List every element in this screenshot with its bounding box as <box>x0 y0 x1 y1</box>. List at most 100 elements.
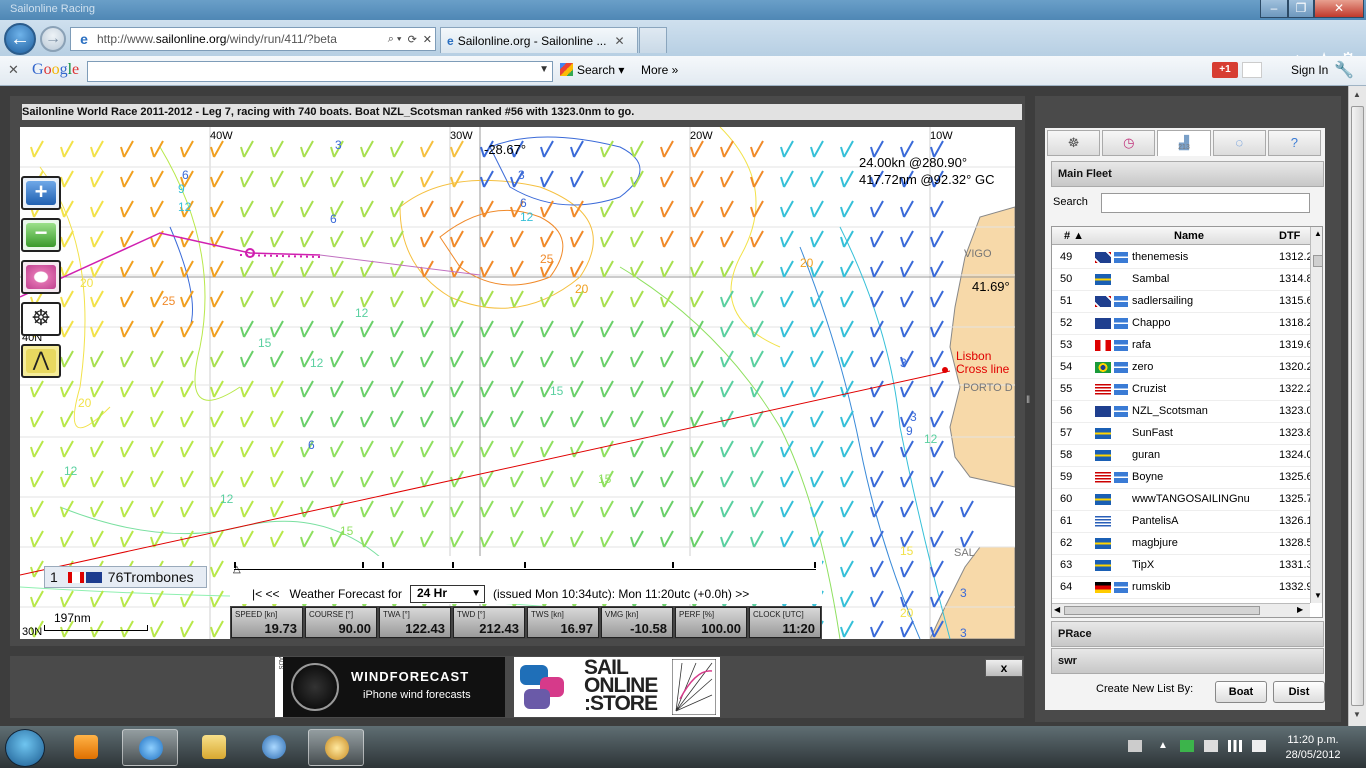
main-fleet-header[interactable]: Main Fleet <box>1051 161 1324 187</box>
new-tab[interactable] <box>639 27 667 53</box>
table-row[interactable]: 63 TipX 1331.3 <box>1052 555 1310 577</box>
system-clock[interactable]: 11:20 p.m. 28/05/2012 <box>1278 733 1348 763</box>
scroll-up-icon[interactable]: ▲ <box>1353 90 1361 99</box>
table-row[interactable]: 49 thenemesis 1312.2 <box>1052 247 1310 269</box>
lisbon-mark <box>942 367 948 373</box>
close-ad-button[interactable]: x <box>985 659 1023 677</box>
tab-helm[interactable]: ☸ <box>1047 130 1101 156</box>
scroll-down-icon[interactable]: ▼ <box>1314 591 1322 600</box>
measure-button[interactable]: ⋀ <box>21 344 61 378</box>
scroll-right-icon[interactable]: ▶ <box>1297 605 1303 614</box>
tab-sailonline[interactable]: e Sailonline.org - Sailonline ... ✕ <box>440 27 638 53</box>
fleet-hscroll-thumb[interactable] <box>1064 606 1260 615</box>
taskbar-itunes[interactable] <box>246 729 302 766</box>
stat-course[interactable]: COURSE [°] 90.00 <box>305 607 377 638</box>
forecast-nav-back[interactable]: |< << <box>252 587 279 601</box>
address-url[interactable]: http://www.sailonline.org/windy/run/411/… <box>97 32 385 46</box>
wrench-icon[interactable]: 🔧 <box>1334 60 1354 80</box>
table-row[interactable]: 56 NZL_Scotsman 1323.0 <box>1052 401 1310 423</box>
taskbar-explorer[interactable] <box>186 729 242 766</box>
prace-header[interactable]: PRace <box>1051 621 1324 647</box>
device-icon[interactable] <box>1204 740 1218 752</box>
time-slider[interactable] <box>234 562 816 570</box>
scroll-down-icon[interactable]: ▼ <box>1353 710 1361 719</box>
row-boat-name: zero <box>1132 361 1154 373</box>
google-search-input[interactable]: ▼ <box>87 61 553 82</box>
address-bar[interactable]: e http://www.sailonline.org/windy/run/41… <box>70 27 436 51</box>
google-search-button[interactable]: Search ▾ <box>560 63 624 77</box>
back-button[interactable]: ← <box>4 23 36 55</box>
security-icon[interactable] <box>1180 740 1194 752</box>
close-toolbar-icon[interactable]: ✕ <box>8 62 19 78</box>
fleet-hscroll[interactable]: ◀ ▶ <box>1052 603 1310 617</box>
zoom-out-button[interactable]: − <box>21 218 61 252</box>
minimize-button[interactable]: – <box>1260 0 1288 18</box>
forward-button[interactable]: → <box>40 26 66 52</box>
helm-button[interactable]: ☸ <box>21 302 61 336</box>
table-row[interactable]: 62 magbjure 1328.5 <box>1052 533 1310 555</box>
refresh-icon[interactable]: ⟳ <box>408 33 417 46</box>
table-row[interactable]: 59 Boyne 1325.6 <box>1052 467 1310 489</box>
col-name[interactable]: Name <box>1174 230 1204 242</box>
tray-expand-icon[interactable]: ▲ <box>1158 740 1172 752</box>
chevron-down-icon[interactable]: ▼ <box>539 64 549 75</box>
keyboard-icon[interactable] <box>1128 740 1142 752</box>
table-row[interactable]: 58 guran 1324.0 <box>1052 445 1310 467</box>
stat-twa[interactable]: TWA [°] 122.43 <box>379 607 451 638</box>
taskbar-media-center[interactable] <box>58 729 114 766</box>
fleet-vscroll[interactable]: ▲ ▼ <box>1310 227 1322 603</box>
start-button[interactable] <box>5 729 45 767</box>
search-icon[interactable]: ⌕ ▾ <box>388 33 402 46</box>
scroll-up-icon[interactable]: ▲ <box>1314 229 1322 238</box>
fleet-search-input[interactable] <box>1101 193 1310 213</box>
slider-handle-icon[interactable]: △ <box>233 564 241 575</box>
scroll-thumb[interactable] <box>1351 106 1364 706</box>
scroll-left-icon[interactable]: ◀ <box>1054 605 1060 614</box>
col-dtf[interactable]: DTF <box>1279 230 1300 242</box>
wind-barb <box>600 410 614 428</box>
forecast-select[interactable]: 24 Hr ▼ <box>409 585 485 603</box>
close-window-button[interactable]: ✕ <box>1314 0 1364 18</box>
gplus-button[interactable]: +1 <box>1212 62 1238 78</box>
create-by-dist-button[interactable]: Dist <box>1273 681 1325 703</box>
row-boat-name: TipX <box>1132 559 1155 571</box>
windforecast-ad[interactable]: WINDFORECAST iPhone wind forecasts <box>283 657 505 717</box>
zoom-in-button[interactable]: + <box>21 176 61 210</box>
wind-barb <box>420 530 434 548</box>
network-signal-icon[interactable] <box>1228 740 1242 752</box>
lon-label-20w: 20W <box>690 130 713 142</box>
stop-icon[interactable]: ✕ <box>423 33 432 46</box>
tab-help[interactable]: ? <box>1267 130 1322 156</box>
tab-fleet[interactable]: ▟ 213 <box>1157 130 1211 156</box>
panel-splitter[interactable]: ‖ <box>1026 395 1030 406</box>
table-row[interactable]: 50 Sambal 1314.8 <box>1052 269 1310 291</box>
table-row[interactable]: 64 rumskib 1332.9 <box>1052 577 1310 599</box>
boat-badge[interactable]: 1 76Trombones <box>44 566 207 588</box>
table-row[interactable]: 52 Chappo 1318.2 <box>1052 313 1310 335</box>
col-num[interactable]: # ▲ <box>1064 230 1084 242</box>
taskbar-sailonline[interactable] <box>308 729 364 766</box>
swr-header[interactable]: swr <box>1051 648 1324 674</box>
more-button[interactable]: More » <box>641 63 678 77</box>
wind-barb <box>270 170 284 188</box>
table-row[interactable]: 61 PantelisA 1326.1 <box>1052 511 1310 533</box>
close-tab-icon[interactable]: ✕ <box>614 34 624 48</box>
table-row[interactable]: 51 sadlersailing 1315.6 <box>1052 291 1310 313</box>
tab-clock[interactable]: ◷ <box>1102 130 1156 156</box>
center-boat-button[interactable] <box>21 260 61 294</box>
boat-track <box>20 232 321 298</box>
fleet-vscroll-thumb[interactable] <box>1313 255 1322 267</box>
table-row[interactable]: 60 wwwTANGOSAILINGnu 1325.7 <box>1052 489 1310 511</box>
table-row[interactable]: 53 rafa 1319.6 <box>1052 335 1310 357</box>
table-row[interactable]: 54 zero 1320.2 <box>1052 357 1310 379</box>
signin-link[interactable]: Sign In <box>1291 63 1328 77</box>
table-row[interactable]: 55 Cruzist 1322.2 <box>1052 379 1310 401</box>
maximize-button[interactable]: ❐ <box>1288 0 1314 18</box>
volume-icon[interactable] <box>1252 740 1266 752</box>
page-scrollbar[interactable]: ▲ ▼ <box>1348 86 1366 726</box>
tab-chat[interactable]: ◌ <box>1212 130 1266 156</box>
taskbar-ie[interactable] <box>122 729 178 766</box>
create-by-boat-button[interactable]: Boat <box>1215 681 1267 703</box>
table-row[interactable]: 57 SunFast 1323.8 <box>1052 423 1310 445</box>
sailonline-store-ad[interactable]: SAIL ONLINE:STORE <box>514 657 720 717</box>
